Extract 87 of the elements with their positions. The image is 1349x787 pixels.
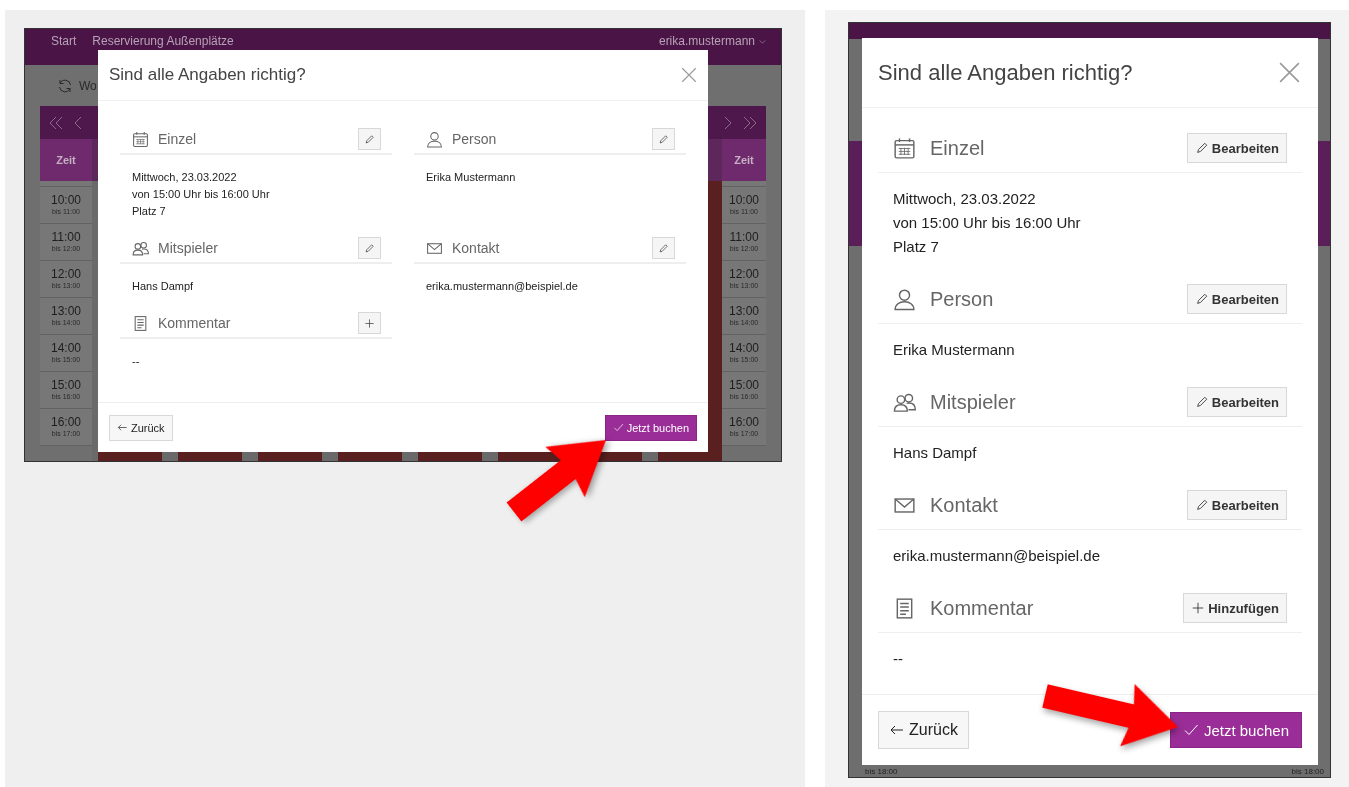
section-title: Einzel [930,136,985,160]
time-label: 14:00 [51,342,81,355]
section-title: Kontakt [930,493,998,517]
calendar-icon [893,136,916,160]
detail-text: Mittwoch, 23.03.2022 [893,189,1037,209]
detail-text: -- [893,649,904,669]
detail-text: erika.mustermann@beispiel.de [893,546,1101,566]
arrow-left-icon [117,422,128,433]
section-title: Kommentar [930,596,1034,620]
nav-link[interactable]: Reservierung Außenplätze [92,34,234,48]
edit-button[interactable]: Bearbeiten [1186,387,1287,417]
pencil-icon [658,242,669,254]
calendar-icon [132,130,149,148]
pencil-icon [364,133,375,145]
book-button[interactable]: Jetzt buchen [1169,712,1302,748]
detail-text: von 15:00 Uhr bis 16:00 Uhr [893,213,1082,233]
add-button[interactable]: Hinzufügen [1183,593,1287,623]
pencil-icon [364,242,375,254]
person-icon [426,130,443,148]
edit-button[interactable] [358,237,381,259]
nav-link[interactable]: Start [51,34,77,48]
book-button[interactable]: Jetzt buchen [604,414,697,441]
pencil-icon [1194,292,1209,306]
pencil-icon [1194,141,1209,155]
time-label: 10:00 [51,194,81,207]
document-icon [132,314,149,332]
plus-icon [1191,601,1206,615]
time-label: 16:00 [51,416,81,429]
time-label: 11:00 [51,231,81,244]
user-menu[interactable]: erika.mustermann [658,34,767,48]
toolbar-label: Wo [79,78,97,93]
edit-button[interactable] [652,128,675,150]
section-title: Kommentar [158,315,231,331]
edit-button[interactable] [652,237,675,259]
time-range-label: bis 18:00 [1291,767,1324,777]
time-label: 13:00 [729,305,759,318]
close-button[interactable] [1277,60,1302,85]
detail-text: Erika Mustermann [426,170,517,185]
time-label: 12:00 [51,268,81,281]
column-header: Zeit [722,139,766,181]
detail-text: Mittwoch, 23.03.2022 [132,170,238,185]
check-icon [612,422,624,433]
dialog-title: Sind alle Angaben richtig? [878,59,1133,86]
time-label: 13:00 [51,305,81,318]
detail-text: erika.mustermann@beispiel.de [426,279,579,294]
double-chevron-left-icon [48,114,64,131]
edit-button[interactable] [358,128,381,150]
detail-text: Erika Mustermann [893,340,1016,360]
section-title: Person [930,287,994,311]
close-icon [1277,60,1302,85]
edit-button[interactable]: Bearbeiten [1186,133,1287,163]
section-title: Mitspieler [158,240,218,256]
double-chevron-right-icon [742,114,758,131]
plus-icon [364,317,375,329]
detail-text: von 15:00 Uhr bis 16:00 Uhr [132,187,271,202]
people-icon [132,239,149,257]
pencil-icon [1194,395,1209,409]
column-header: Zeit [40,139,92,181]
time-label: 14:00 [729,342,759,355]
back-button[interactable]: Zurück [109,414,173,441]
back-button[interactable]: Zurück [878,711,969,749]
detail-text: Hans Dampf [132,279,195,294]
section-title: Kontakt [452,240,500,256]
time-label: 16:00 [729,416,759,429]
time-label: 12:00 [729,268,759,281]
time-label: 15:00 [729,379,759,392]
time-label: 15:00 [51,379,81,392]
pencil-icon [1194,498,1209,512]
section-title: Mitspieler [930,390,1016,414]
time-label: 10:00 [729,194,759,207]
add-button[interactable] [358,312,381,334]
close-button[interactable] [680,66,698,84]
detail-text: Hans Dampf [893,443,978,463]
edit-button[interactable]: Bearbeiten [1186,490,1287,520]
section-title: Person [452,131,497,147]
dialog-title: Sind alle Angaben richtig? [109,65,306,85]
detail-text: Platz 7 [132,204,167,219]
check-icon [1182,722,1199,738]
detail-text: -- [132,354,141,369]
detail-text: Platz 7 [893,237,940,257]
pencil-icon [658,133,669,145]
person-icon [893,287,916,311]
close-icon [680,66,698,84]
refresh-icon [57,77,73,94]
time-label: 11:00 [729,231,759,244]
edit-button[interactable]: Bearbeiten [1186,284,1287,314]
section-title: Einzel [158,131,197,147]
